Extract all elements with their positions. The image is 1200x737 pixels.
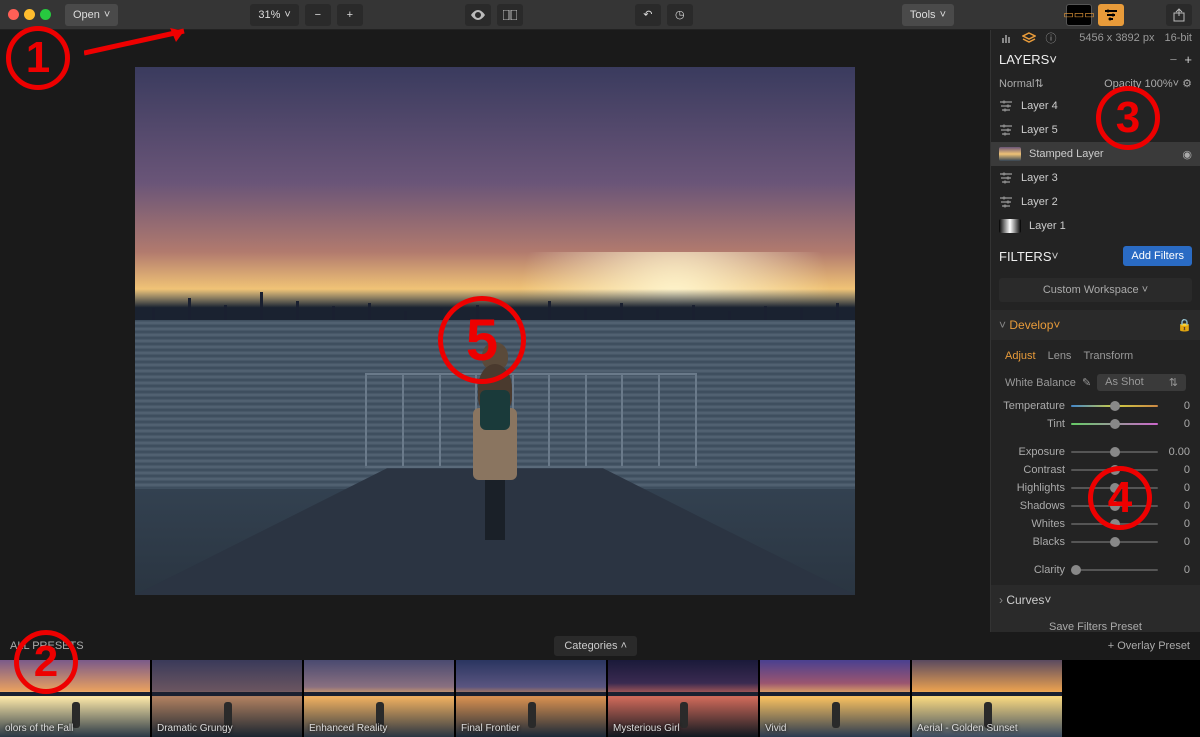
adjustments-icon — [999, 171, 1013, 185]
layer-row[interactable]: Layer 3 — [991, 166, 1200, 190]
compare-icon[interactable] — [497, 4, 523, 26]
visibility-icon[interactable]: ◉ — [1182, 148, 1192, 161]
layer-row[interactable]: Layer 1 — [991, 214, 1200, 238]
add-layer-icon[interactable]: + — [1184, 52, 1192, 67]
histogram-icon[interactable] — [999, 30, 1015, 46]
info-icon[interactable]: ⓘ — [1043, 30, 1059, 46]
info-bar: ⓘ 5456 x 3892 px 16-bit — [991, 30, 1200, 46]
zoom-level[interactable]: 31% ˅ — [250, 4, 298, 26]
slider-blacks[interactable]: Blacks0 — [991, 533, 1200, 551]
canvas-area[interactable] — [0, 30, 990, 632]
image-canvas — [135, 67, 855, 595]
share-button[interactable] — [1166, 4, 1192, 26]
adjustments-icon — [999, 123, 1013, 137]
image-dimensions: 5456 x 3892 px — [1079, 32, 1154, 44]
slider-shadows[interactable]: Shadows0 — [991, 497, 1200, 515]
slider-whites[interactable]: Whites0 — [991, 515, 1200, 533]
tab-adjust[interactable]: Adjust — [1005, 350, 1036, 362]
presets-bar: ALL PRESETS Categories ˄ + Overlay Prese… — [0, 632, 1200, 660]
right-sidebar: ⓘ 5456 x 3892 px 16-bit LAYERS ˅ − + Nor… — [990, 30, 1200, 632]
layer-name: Layer 3 — [1021, 172, 1058, 184]
slider-exposure[interactable]: Exposure0.00 — [991, 443, 1200, 461]
maximize-window[interactable] — [40, 9, 51, 20]
overlay-preset-button[interactable]: + Overlay Preset — [1108, 640, 1190, 652]
adjustments-icon — [999, 99, 1013, 113]
chevron-down-icon: ˅ — [1173, 78, 1179, 90]
develop-header[interactable]: ˅ Develop ˅ 🔒 — [991, 310, 1200, 340]
close-window[interactable] — [8, 9, 19, 20]
preset-filmstrip: olors of the FallDramatic GrungyEnhanced… — [0, 660, 1200, 737]
history-button[interactable]: ◷ — [667, 4, 693, 26]
slider-clarity[interactable]: Clarity0 — [991, 561, 1200, 579]
updown-icon: ⇅ — [1169, 376, 1178, 389]
chevron-down-icon: ˅ — [104, 9, 110, 21]
chevron-down-icon: ˅ — [1049, 52, 1057, 67]
layer-name: Layer 1 — [1029, 220, 1066, 232]
tab-transform[interactable]: Transform — [1083, 350, 1133, 362]
preview-icon[interactable] — [465, 4, 491, 26]
white-balance-select[interactable]: As Shot⇅ — [1097, 374, 1186, 391]
image-depth: 16-bit — [1164, 32, 1192, 44]
filters-header[interactable]: FILTERS — [999, 249, 1052, 264]
chevron-down-icon: ˅ — [999, 318, 1006, 332]
presets-panel-icon[interactable]: ▭▭▭ — [1066, 4, 1092, 26]
zoom-in-button[interactable]: + — [337, 4, 363, 26]
layers-icon[interactable] — [1021, 30, 1037, 46]
develop-tabs: Adjust Lens Transform — [991, 344, 1200, 368]
updown-icon: ⇅ — [1034, 77, 1043, 90]
layer-name: Layer 5 — [1021, 124, 1058, 136]
adjustments-icon — [999, 195, 1013, 209]
add-filters-button[interactable]: Add Filters — [1123, 246, 1192, 266]
workspace-selector[interactable]: Custom Workspace ˅ — [999, 278, 1192, 302]
white-balance-row: White Balance ✎ As Shot⇅ — [991, 368, 1200, 397]
layer-row[interactable]: Layer 5 — [991, 118, 1200, 142]
layer-name: Layer 4 — [1021, 100, 1058, 112]
preset-thumb[interactable]: Enhanced Reality — [304, 660, 454, 737]
chevron-down-icon: ˅ — [1052, 249, 1059, 263]
filters-panel-icon[interactable] — [1098, 4, 1124, 26]
preset-thumb[interactable]: olors of the Fall — [0, 660, 150, 737]
chevron-down-icon: ˅ — [940, 9, 946, 21]
open-button[interactable]: Open ˅ — [65, 4, 118, 26]
layer-row[interactable]: Layer 4 — [991, 94, 1200, 118]
slider-tint[interactable]: Tint0 — [991, 415, 1200, 433]
lock-icon[interactable]: 🔒 — [1177, 318, 1192, 332]
blend-mode-row[interactable]: Normal ⇅ Opacity 100%˅ ⚙ — [991, 73, 1200, 94]
all-presets-label: ALL PRESETS — [10, 640, 84, 652]
preset-thumb[interactable]: Vivid — [760, 660, 910, 737]
collapse-icon[interactable]: − — [1170, 52, 1178, 67]
categories-button[interactable]: Categories ˄ — [554, 636, 637, 656]
layer-name: Stamped Layer — [1029, 148, 1104, 160]
curves-header[interactable]: › Curves ˅ — [991, 585, 1200, 615]
slider-contrast[interactable]: Contrast0 — [991, 461, 1200, 479]
chevron-right-icon: › — [999, 593, 1003, 607]
top-toolbar: Open ˅ 31% ˅ − + ↶ ◷ Tools ˅ ▭▭▭ — [0, 0, 1200, 30]
slider-highlights[interactable]: Highlights0 — [991, 479, 1200, 497]
eyedropper-icon[interactable]: ✎ — [1082, 376, 1091, 389]
undo-button[interactable]: ↶ — [635, 4, 661, 26]
layer-name: Layer 2 — [1021, 196, 1058, 208]
preset-thumb[interactable]: Dramatic Grungy — [152, 660, 302, 737]
tools-button[interactable]: Tools ˅ — [902, 4, 954, 26]
layer-row[interactable]: Stamped Layer ◉ — [991, 142, 1200, 166]
save-filters-preset-button[interactable]: Save Filters Preset — [991, 615, 1200, 632]
preset-thumb[interactable]: Mysterious Girl — [608, 660, 758, 737]
window-controls — [8, 9, 51, 20]
layer-row[interactable]: Layer 2 — [991, 190, 1200, 214]
preset-thumb[interactable]: Final Frontier — [456, 660, 606, 737]
preset-thumb[interactable]: Aerial - Golden Sunset — [912, 660, 1062, 737]
chevron-down-icon: ˅ — [284, 9, 290, 21]
layers-header[interactable]: LAYERS ˅ − + — [991, 46, 1200, 73]
chevron-down-icon: ˅ — [1053, 318, 1060, 332]
gear-icon[interactable]: ⚙ — [1182, 77, 1192, 90]
zoom-out-button[interactable]: − — [305, 4, 331, 26]
slider-temperature[interactable]: Temperature0 — [991, 397, 1200, 415]
minimize-window[interactable] — [24, 9, 35, 20]
tab-lens[interactable]: Lens — [1048, 350, 1072, 362]
